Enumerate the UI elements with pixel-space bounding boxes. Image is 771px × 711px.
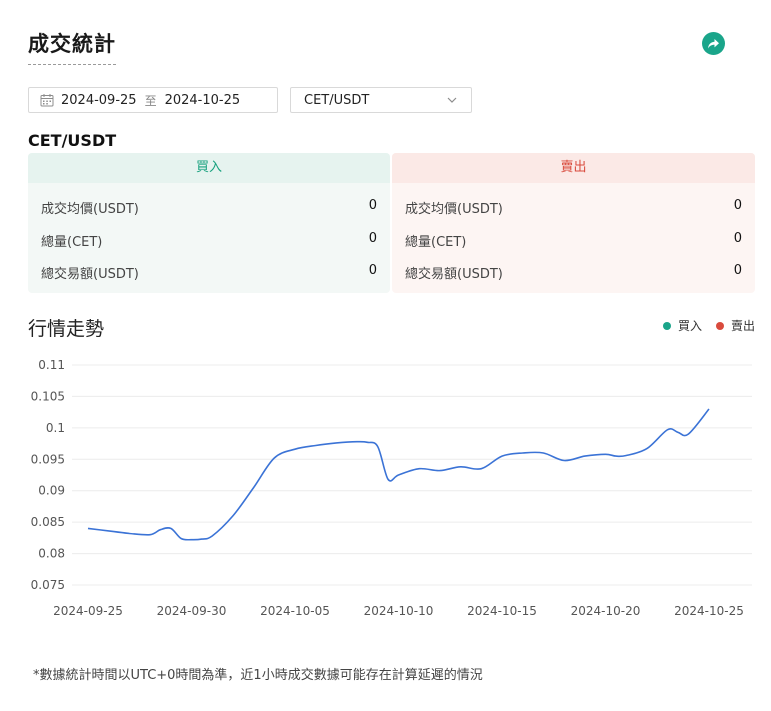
trend-title: 行情走勢 xyxy=(28,318,105,340)
legend-item-buy[interactable]: 買入 xyxy=(662,317,702,334)
row-value: 0 xyxy=(733,198,742,213)
x-tick-label: 2024-10-10 xyxy=(364,604,434,618)
row-label: 成交均價(USDT) xyxy=(405,202,503,217)
price-trend-chart: 0.11 0.105 0.1 0.095 0.09 0.085 0.08 0.075 2024-… xyxy=(31,358,752,618)
legend-dot-sell xyxy=(715,321,724,330)
y-tick-label: 0.105 xyxy=(31,389,65,403)
y-tick-label: 0.1 xyxy=(46,421,65,435)
y-tick-label: 0.085 xyxy=(31,515,65,529)
row-value: 0 xyxy=(733,231,742,246)
y-tick-label: 0.075 xyxy=(31,578,65,592)
header: 成交統計 xyxy=(28,28,727,65)
page-title: 成交統計 xyxy=(28,28,116,65)
legend-dot-buy xyxy=(662,321,671,330)
share-arrow-icon xyxy=(708,38,719,48)
sell-panel-title: 賣出 xyxy=(392,153,755,183)
row-value: 0 xyxy=(368,263,377,278)
price-line xyxy=(87,408,710,541)
buy-panel-title: 買入 xyxy=(28,153,390,183)
date-from-input[interactable]: 2024-09-25 xyxy=(61,93,137,108)
pair-heading: CET/USDT xyxy=(28,131,117,150)
legend-label-buy: 買入 xyxy=(677,319,702,333)
x-tick-label: 2024-10-20 xyxy=(571,604,641,618)
calendar-icon xyxy=(40,93,54,107)
x-tick-label: 2024-09-25 xyxy=(53,604,123,618)
sell-amount-row: 總交易額(USDT) 0 xyxy=(405,263,742,283)
y-tick-label: 0.08 xyxy=(38,547,65,561)
row-value: 0 xyxy=(368,198,377,213)
sell-panel: 賣出 成交均價(USDT) 0 總量(CET) 0 總交易額(USDT) 0 xyxy=(392,153,755,293)
y-tick-label: 0.09 xyxy=(38,484,65,498)
stats-panels: 買入 成交均價(USDT) 0 總量(CET) 0 總交易額(USDT) 0 賣… xyxy=(28,153,755,293)
row-value: 0 xyxy=(733,263,742,278)
pair-select-value: CET/USDT xyxy=(304,92,370,108)
x-tick-label: 2024-10-05 xyxy=(260,604,330,618)
row-label: 總交易額(USDT) xyxy=(41,267,139,282)
sell-avg-price-row: 成交均價(USDT) 0 xyxy=(405,198,742,218)
y-tick-label: 0.095 xyxy=(31,452,65,466)
row-label: 總交易額(USDT) xyxy=(405,267,503,282)
date-range-picker[interactable]: 2024-09-25 至 2024-10-25 xyxy=(28,87,278,113)
share-button[interactable] xyxy=(702,32,725,55)
legend-label-sell: 賣出 xyxy=(730,319,755,333)
x-tick-label: 2024-10-15 xyxy=(467,604,537,618)
buy-panel: 買入 成交均價(USDT) 0 總量(CET) 0 總交易額(USDT) 0 xyxy=(28,153,390,293)
buy-volume-row: 總量(CET) 0 xyxy=(41,231,377,251)
chevron-down-icon xyxy=(447,97,457,103)
row-label: 成交均價(USDT) xyxy=(41,202,139,217)
date-to-input[interactable]: 2024-10-25 xyxy=(165,93,241,108)
filters: 2024-09-25 至 2024-10-25 CET/USDT xyxy=(28,87,472,113)
buy-amount-row: 總交易額(USDT) 0 xyxy=(41,263,377,283)
x-tick-label: 2024-10-25 xyxy=(674,604,744,618)
chart-legend: 買入 賣出 xyxy=(649,317,755,334)
y-tick-label: 0.11 xyxy=(38,358,65,372)
footnote: *數據統計時間以UTC+0時間為準，近1小時成交數據可能存在計算延遲的情況 xyxy=(33,668,483,683)
row-label: 總量(CET) xyxy=(405,235,467,250)
pair-select[interactable]: CET/USDT xyxy=(290,87,472,113)
legend-item-sell[interactable]: 賣出 xyxy=(715,317,755,334)
row-label: 總量(CET) xyxy=(41,235,103,250)
row-value: 0 xyxy=(368,231,377,246)
sell-volume-row: 總量(CET) 0 xyxy=(405,231,742,251)
date-separator: 至 xyxy=(144,93,157,108)
x-tick-label: 2024-09-30 xyxy=(157,604,227,618)
buy-avg-price-row: 成交均價(USDT) 0 xyxy=(41,198,377,218)
